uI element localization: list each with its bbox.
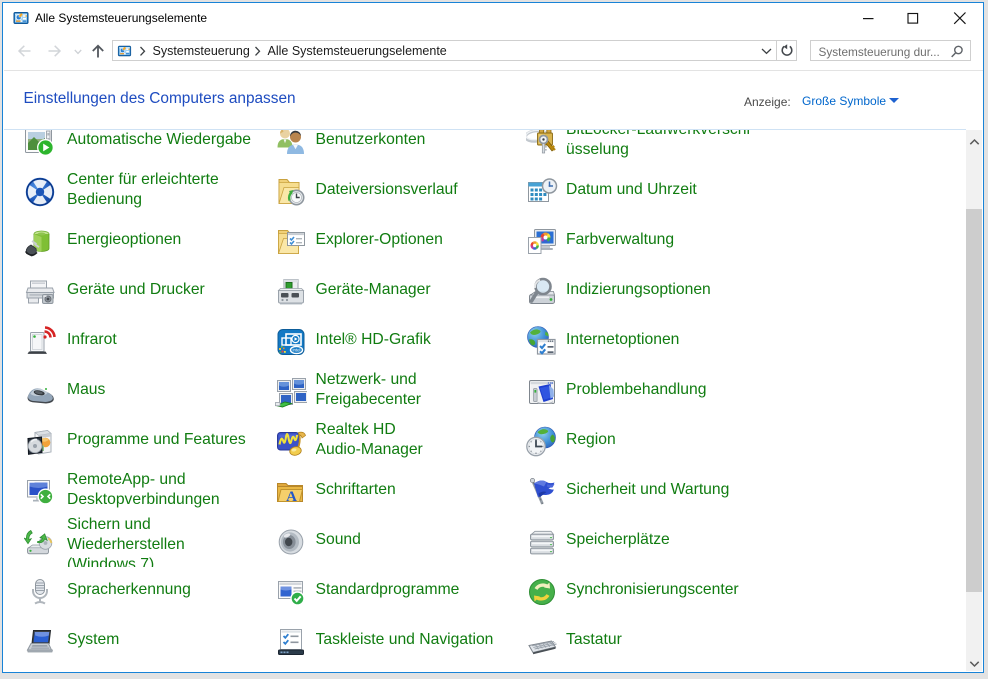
svg-text:A: A — [286, 489, 297, 505]
svg-text:intel: intel — [292, 348, 300, 353]
